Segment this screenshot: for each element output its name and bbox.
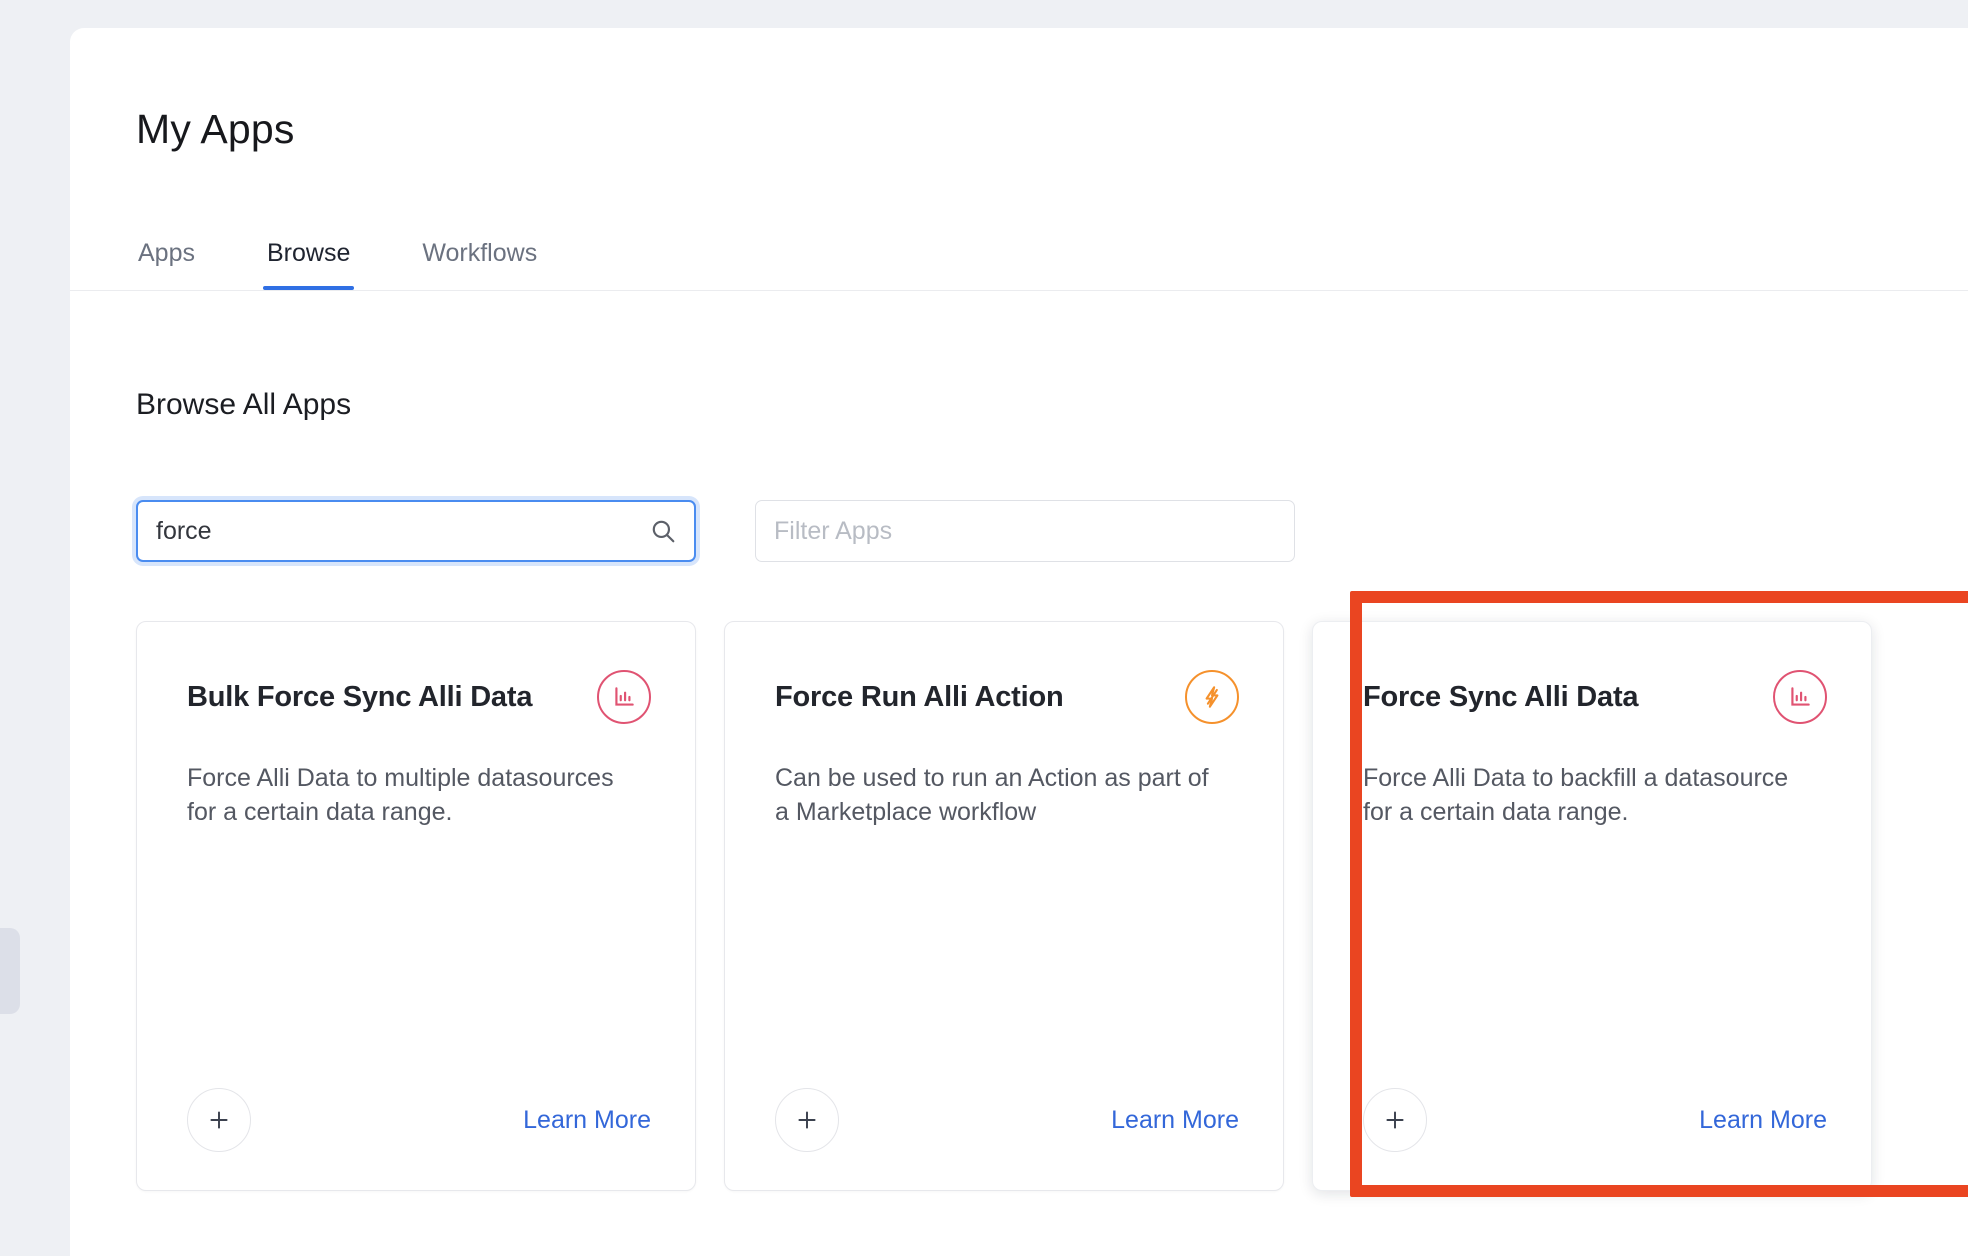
plus-icon	[1382, 1107, 1408, 1133]
card-description: Force Alli Data to backfill a datasource…	[1313, 724, 1871, 830]
card-header: Force Sync Alli Data	[1313, 622, 1871, 724]
card-title: Bulk Force Sync Alli Data	[187, 680, 532, 715]
add-app-button[interactable]	[187, 1088, 251, 1152]
card-title: Force Sync Alli Data	[1363, 680, 1638, 715]
bar-chart-icon	[1773, 670, 1827, 724]
card-title: Force Run Alli Action	[775, 680, 1064, 715]
card-footer: Learn More	[1313, 1088, 1871, 1152]
tab-workflows[interactable]: Workflows	[418, 239, 541, 290]
tab-bar: Apps Browse Workflows	[134, 228, 605, 290]
add-app-button[interactable]	[1363, 1088, 1427, 1152]
card-footer: Learn More	[137, 1088, 695, 1152]
apps-card-grid: Bulk Force Sync Alli Data Force Alli Dat…	[136, 621, 1900, 1191]
add-app-button[interactable]	[775, 1088, 839, 1152]
card-description: Can be used to run an Action as part of …	[725, 724, 1283, 830]
app-card-force-sync-alli-data[interactable]: Force Sync Alli Data Force Alli Data to …	[1312, 621, 1872, 1191]
main-content-panel: My Apps Apps Browse Workflows Browse All…	[70, 28, 1968, 1256]
tab-browse[interactable]: Browse	[263, 239, 354, 290]
tab-apps[interactable]: Apps	[134, 239, 199, 290]
card-header: Force Run Alli Action	[725, 622, 1283, 724]
filter-apps-input[interactable]	[755, 500, 1295, 562]
sidebar-toggle-handle[interactable]	[0, 928, 20, 1014]
learn-more-link[interactable]: Learn More	[1699, 1106, 1827, 1135]
card-footer: Learn More	[725, 1088, 1283, 1152]
search-input[interactable]	[136, 500, 696, 562]
search-row	[136, 500, 1295, 562]
learn-more-link[interactable]: Learn More	[523, 1106, 651, 1135]
page-title: My Apps	[136, 106, 295, 153]
app-card-bulk-force-sync-alli-data[interactable]: Bulk Force Sync Alli Data Force Alli Dat…	[136, 621, 696, 1191]
lightning-bolt-icon	[1185, 670, 1239, 724]
learn-more-link[interactable]: Learn More	[1111, 1106, 1239, 1135]
search-field-wrapper	[136, 500, 696, 562]
plus-icon	[794, 1107, 820, 1133]
header-divider	[70, 290, 1968, 291]
card-description: Force Alli Data to multiple datasources …	[137, 724, 695, 830]
bar-chart-icon	[597, 670, 651, 724]
app-card-force-run-alli-action[interactable]: Force Run Alli Action Can be used to run…	[724, 621, 1284, 1191]
plus-icon	[206, 1107, 232, 1133]
card-header: Bulk Force Sync Alli Data	[137, 622, 695, 724]
section-title: Browse All Apps	[136, 388, 351, 422]
